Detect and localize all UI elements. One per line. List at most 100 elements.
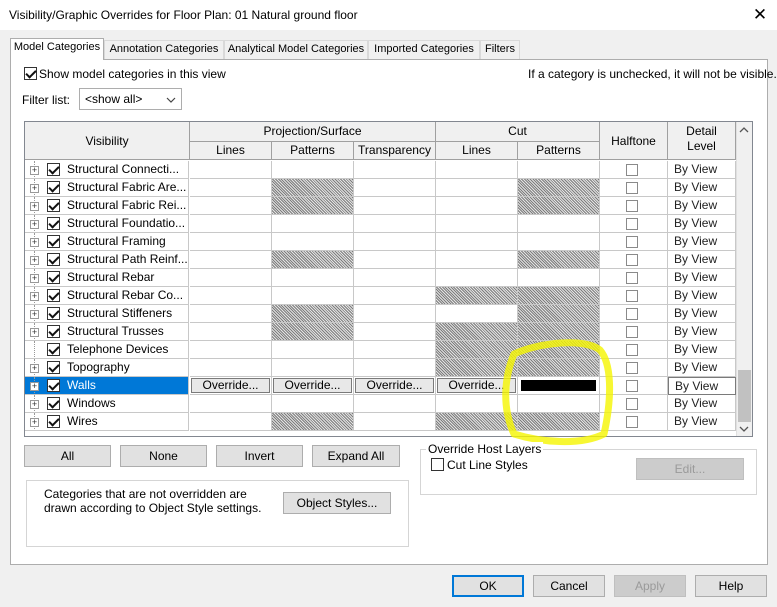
detail-level-cell[interactable]: By View xyxy=(668,269,736,287)
all-button[interactable]: All xyxy=(24,445,111,467)
expand-plus-icon[interactable]: + xyxy=(30,238,39,247)
override-cell[interactable] xyxy=(272,233,354,251)
visibility-checkbox[interactable] xyxy=(47,307,60,320)
edit-button[interactable]: Edit... xyxy=(636,458,744,480)
table-row[interactable]: + Structural Rebar By View xyxy=(25,269,736,287)
override-cell[interactable] xyxy=(436,161,518,179)
expand-plus-icon[interactable]: + xyxy=(30,256,39,265)
close-icon[interactable]: ✕ xyxy=(748,4,772,26)
override-cell[interactable] xyxy=(354,323,436,341)
halftone-checkbox[interactable] xyxy=(626,308,638,320)
expand-plus-icon[interactable]: + xyxy=(30,310,39,319)
detail-level-cell[interactable]: By View xyxy=(668,233,736,251)
override-cell[interactable] xyxy=(190,215,272,233)
category-cell[interactable]: + Wires xyxy=(25,413,189,431)
cancel-button[interactable]: Cancel xyxy=(533,575,605,597)
override-cell[interactable] xyxy=(436,269,518,287)
header-projection-lines[interactable]: Lines xyxy=(190,142,272,160)
halftone-checkbox[interactable] xyxy=(626,344,638,356)
table-row[interactable]: + Structural Fabric Rei... By View xyxy=(25,197,736,215)
table-row[interactable]: + Walls Override... Override... Override... O… xyxy=(25,377,736,395)
override-cell[interactable] xyxy=(518,197,600,215)
expand-plus-icon[interactable]: + xyxy=(30,292,39,301)
detail-level-cell[interactable]: By View xyxy=(668,377,736,395)
expand-plus-icon[interactable]: + xyxy=(30,382,39,391)
tab-model-categories[interactable]: Model Categories xyxy=(10,38,104,60)
table-row[interactable]: + Windows By View xyxy=(25,395,736,413)
override-cell[interactable] xyxy=(190,341,272,359)
override-cell[interactable] xyxy=(518,305,600,323)
detail-level-cell[interactable]: By View xyxy=(668,179,736,197)
table-row[interactable]: + Topography By View xyxy=(25,359,736,377)
category-cell[interactable]: + Structural Framing xyxy=(25,233,189,251)
table-row[interactable]: + Structural Path Reinf... By View xyxy=(25,251,736,269)
override-cell[interactable] xyxy=(190,305,272,323)
table-row[interactable]: + Structural Rebar Co... By View xyxy=(25,287,736,305)
override-cell[interactable] xyxy=(518,269,600,287)
override-cell[interactable] xyxy=(272,305,354,323)
override-cell[interactable] xyxy=(272,251,354,269)
override-cell[interactable] xyxy=(272,413,354,431)
detail-level-cell[interactable]: By View xyxy=(668,197,736,215)
override-cell[interactable] xyxy=(354,251,436,269)
header-cut-lines[interactable]: Lines xyxy=(436,142,518,160)
override-cell[interactable] xyxy=(518,215,600,233)
override-cell[interactable] xyxy=(354,413,436,431)
override-cell[interactable] xyxy=(354,341,436,359)
override-cell[interactable] xyxy=(354,287,436,305)
header-projection-patterns[interactable]: Patterns xyxy=(272,142,354,160)
override-cell[interactable] xyxy=(518,161,600,179)
override-cell[interactable] xyxy=(518,233,600,251)
override-cell[interactable]: Override... xyxy=(272,377,354,395)
visibility-checkbox[interactable] xyxy=(47,379,60,392)
halftone-checkbox[interactable] xyxy=(626,236,638,248)
table-row[interactable]: + Structural Fabric Are... By View xyxy=(25,179,736,197)
override-cell[interactable] xyxy=(436,197,518,215)
table-row[interactable]: + Structural Framing By View xyxy=(25,233,736,251)
category-cell[interactable]: + Structural Stiffeners xyxy=(25,305,189,323)
override-cell[interactable] xyxy=(272,215,354,233)
header-detail-level[interactable]: Detail Level xyxy=(668,122,736,160)
category-cell[interactable]: + Structural Fabric Are... xyxy=(25,179,189,197)
cut-line-styles-checkbox[interactable] xyxy=(431,458,444,471)
override-button[interactable]: Override... xyxy=(355,378,434,393)
override-cell[interactable] xyxy=(354,233,436,251)
header-transparency[interactable]: Transparency xyxy=(354,142,436,160)
override-cell[interactable] xyxy=(272,359,354,377)
override-cell[interactable] xyxy=(436,287,518,305)
override-cell[interactable] xyxy=(436,215,518,233)
override-cell[interactable] xyxy=(354,359,436,377)
override-cell[interactable]: Override... xyxy=(190,377,272,395)
override-cell[interactable] xyxy=(354,269,436,287)
detail-level-cell[interactable]: By View xyxy=(668,413,736,431)
visibility-checkbox[interactable] xyxy=(47,361,60,374)
category-cell[interactable]: + Structural Foundatio... xyxy=(25,215,189,233)
override-button[interactable]: Override... xyxy=(273,378,352,393)
expand-all-button[interactable]: Expand All xyxy=(312,445,400,467)
override-cell[interactable] xyxy=(190,413,272,431)
override-cell[interactable] xyxy=(354,395,436,413)
ok-button[interactable]: OK xyxy=(452,575,524,597)
override-cell[interactable] xyxy=(354,179,436,197)
visibility-checkbox[interactable] xyxy=(47,415,60,428)
override-cell[interactable] xyxy=(190,395,272,413)
category-cell[interactable]: + Structural Rebar Co... xyxy=(25,287,189,305)
override-cell[interactable] xyxy=(354,197,436,215)
detail-level-cell[interactable]: By View xyxy=(668,323,736,341)
detail-level-cell[interactable]: By View xyxy=(668,359,736,377)
detail-level-cell[interactable]: By View xyxy=(668,395,736,413)
override-cell[interactable] xyxy=(518,179,600,197)
override-cell[interactable] xyxy=(272,179,354,197)
override-cell[interactable] xyxy=(190,233,272,251)
invert-button[interactable]: Invert xyxy=(216,445,303,467)
expand-plus-icon[interactable]: + xyxy=(30,184,39,193)
tab-analytical-model-categories[interactable]: Analytical Model Categories xyxy=(224,40,368,59)
visibility-checkbox[interactable] xyxy=(47,235,60,248)
tab-annotation-categories[interactable]: Annotation Categories xyxy=(104,40,224,59)
category-cell[interactable]: Telephone Devices xyxy=(25,341,189,359)
override-cell[interactable] xyxy=(354,161,436,179)
scroll-down-icon[interactable] xyxy=(738,423,750,435)
override-cell[interactable] xyxy=(272,161,354,179)
override-cell[interactable]: Override... xyxy=(354,377,436,395)
table-row[interactable]: + Structural Trusses By View xyxy=(25,323,736,341)
